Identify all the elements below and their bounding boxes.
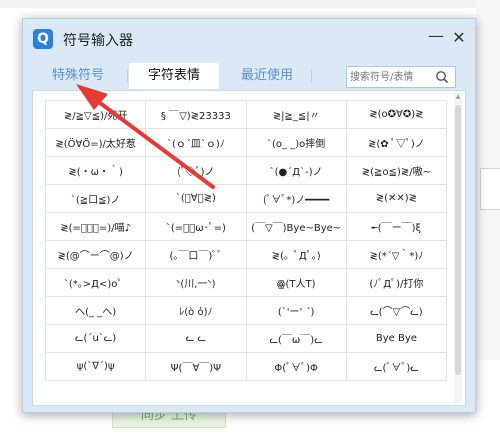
close-icon[interactable]: ✕ xyxy=(450,29,468,47)
emoticon-cell[interactable]: Bye Bye xyxy=(345,324,448,353)
tab-emoticons[interactable]: 字符表情 xyxy=(129,63,219,89)
emoticon-cell[interactable]: ≷(≧o≦)≷/嗷~ xyxy=(345,156,448,185)
emoticon-cell[interactable]: ˋ(*｡>Д<)o゜ xyxy=(44,268,147,297)
emoticon-cell[interactable]: ≷(@⌒ー⌒@)ノ xyxy=(44,240,147,269)
emoticon-cell[interactable]: ≷/≧▽≦)/死开 xyxy=(44,100,147,129)
emoticon-cell[interactable]: (ﾟ∀ﾟ*)ノ━━━━ xyxy=(245,184,347,213)
emoticon-cell[interactable]: (｡￣口￣)ﾟﾟ xyxy=(145,240,247,269)
search-input[interactable] xyxy=(347,67,434,87)
app-logo-icon: Q xyxy=(33,29,53,49)
emoticon-cell[interactable]: ≷(=ﾟ･ﾟ=)/喵♪ xyxy=(44,212,147,241)
emoticon-cell[interactable]: (ﾟ◇ﾟ)ノ xyxy=(145,156,247,185)
emoticon-row: ≷(=ﾟ･ﾟ=)/喵♪ ˋ(=ﾟ･ω･ﾟ=) (￣▽￣)Bye~Bye~ ╾(￣ー￣)… xyxy=(44,212,448,241)
emoticon-row: ᓚ(ˊuˋᓚ) ᓚ ᓚ ᓚ(￣ω￣)ᓚ Bye Bye xyxy=(44,324,448,353)
emoticon-row: へ(_ _へ) ﾚ(ò ὀ)ﾉ (ˋ'ー' ˊ) ᓚ(⌒▽⌒ᓚ) xyxy=(44,296,448,325)
tab-special-symbols[interactable]: 特殊符号 xyxy=(41,63,115,89)
search-icon[interactable] xyxy=(435,70,449,84)
emoticon-row: ˋ(≧口≦)ノ ˋ(ﾟ∀ﾟ≷) (ﾟ∀ﾟ*)ノ━━━━ ≷(✕✕)≷ xyxy=(44,184,448,213)
background-app-bar xyxy=(0,0,500,8)
emoticon-cell[interactable]: ᐠ(川,一ᐠ) xyxy=(145,268,247,297)
emoticon-cell[interactable]: ≷(Ö∀Ö=)/太好惹 xyxy=(44,128,147,157)
emoticon-grid: ≷/≧▽≦)/死开 § ￣▽)≷23333 ≷|≧_≦|〃 ≷(o✪∀✪)≷ ≷(Ö∀Ö… xyxy=(44,100,448,381)
emoticon-cell[interactable]: ≷(*´▽｀*)ﾉ xyxy=(345,240,448,269)
emoticon-cell[interactable]: ˋ(=ﾟ･ω･ﾟ=) xyxy=(145,212,247,241)
emoticon-cell[interactable]: § ￣▽)≷23333 xyxy=(145,100,247,129)
emoticon-row: ˋ(*｡>Д<)o゜ ᐠ(川,一ᐠ) ꙮ(T人T) (ﾉﾟДﾟ)/打你 xyxy=(44,268,448,297)
emoticon-cell[interactable]: ˋ(ﾟ∀ﾟ≷) xyxy=(145,184,247,213)
emoticon-row: ≷(Ö∀Ö=)/太好惹 ˋ(ｏ´皿`ｏ)ﾉ ˋ(o_ _)o摔倒 ≷(✿ ﾟ▽ﾟ)ノ xyxy=(44,128,448,157)
emoticon-cell[interactable]: ˋ(≧口≦)ノ xyxy=(44,184,147,213)
emoticon-cell[interactable]: ᓚ(￣ω￣)ᓚ xyxy=(245,324,347,353)
emoticon-row: ≷(・ω・｀) (ﾟ◇ﾟ)ノ ˋ(●´Д`-)ノ ≷(≧o≦)≷/嗷~ xyxy=(44,156,448,185)
scroll-up-icon[interactable]: ▲ xyxy=(454,93,462,101)
emoticon-cell[interactable]: ˋ(●´Д`-)ノ xyxy=(245,156,347,185)
emoticon-cell[interactable]: ﾚ(ò ὀ)ﾉ xyxy=(145,296,247,325)
emoticon-cell[interactable]: ꙮ(T人T) xyxy=(245,268,347,297)
emoticon-cell[interactable]: Ψ(￣∀￣)Ψ xyxy=(145,352,247,381)
emoticon-cell[interactable]: ᓚ ᓚ xyxy=(145,324,247,353)
emoticon-row: ψ(ˋ∇ˊ)ψ Ψ(￣∀￣)Ψ Φ(ﾟ∀ﾟ)Φ ᓚ(ﾟ∀ﾟ)ᓚ xyxy=(44,352,448,381)
emoticon-cell[interactable]: へ(_ _へ) xyxy=(44,296,147,325)
emoticon-cell[interactable]: ᓚ(⌒▽⌒ᓚ) xyxy=(345,296,448,325)
emoticon-cell[interactable]: (ˋ'ー' ˊ) xyxy=(245,296,347,325)
dialog-titlebar[interactable]: Q 符号输入器 — ✕ xyxy=(23,19,475,59)
emoticon-cell[interactable]: (ﾉﾟДﾟ)/打你 xyxy=(345,268,448,297)
background-app-box xyxy=(480,168,500,210)
vertical-scrollbar[interactable]: ▲ xyxy=(454,93,462,403)
tab-recent[interactable]: 最近使用 xyxy=(227,63,307,89)
minimize-icon[interactable]: — xyxy=(427,28,445,47)
emoticon-cell[interactable]: ≷(o✪∀✪)≷ xyxy=(345,100,448,129)
emoticon-cell[interactable]: (￣▽￣)Bye~Bye~ xyxy=(245,212,347,241)
emoticon-cell[interactable]: ≷(・ω・｀) xyxy=(44,156,147,185)
emoticon-cell[interactable]: ≷|≧_≦|〃 xyxy=(245,100,347,129)
emoticon-panel: ≷/≧▽≦)/死开 § ￣▽)≷23333 ≷|≧_≦|〃 ≷(o✪∀✪)≷ ≷(Ö∀Ö… xyxy=(32,90,466,406)
tab-divider xyxy=(311,69,312,83)
emoticon-cell[interactable]: ╾(￣ー￣)ξ xyxy=(345,212,448,241)
emoticon-cell[interactable]: ᓚ(ﾟ∀ﾟ)ᓚ xyxy=(345,352,448,381)
tab-divider xyxy=(127,69,128,83)
emoticon-cell[interactable]: ᓚ(ˊuˋᓚ) xyxy=(44,324,147,353)
emoticon-cell[interactable]: ≷(。ﾟДﾟ。) xyxy=(245,240,347,269)
search-box[interactable] xyxy=(346,66,456,88)
emoticon-cell[interactable]: ≷(✕✕)≷ xyxy=(345,184,448,213)
emoticon-cell[interactable]: ψ(ˋ∇ˊ)ψ xyxy=(44,352,147,381)
dialog-title: 符号输入器 xyxy=(63,33,133,49)
emoticon-cell[interactable]: ≷(✿ ﾟ▽ﾟ)ノ xyxy=(345,128,448,157)
symbol-input-dialog: Q 符号输入器 — ✕ 特殊符号 字符表情 最近使用 ≷/≧▽≦)/死开§ ￣▽… xyxy=(22,18,476,413)
emoticon-table: ≷/≧▽≦)/死开 § ￣▽)≷23333 ≷|≧_≦|〃 ≷(o✪∀✪)≷ ≷(Ö∀Ö… xyxy=(44,100,448,381)
emoticon-cell[interactable]: Φ(ﾟ∀ﾟ)Φ xyxy=(245,352,347,381)
emoticon-cell[interactable]: ˋ(ｏ´皿`ｏ)ﾉ xyxy=(145,128,247,157)
scroll-thumb[interactable] xyxy=(455,105,461,375)
emoticon-cell[interactable]: ˋ(o_ _)o摔倒 xyxy=(245,128,347,157)
emoticon-row: ≷/≧▽≦)/死开 § ￣▽)≷23333 ≷|≧_≦|〃 ≷(o✪∀✪)≷ xyxy=(44,100,448,129)
emoticon-row: ≷(@⌒ー⌒@)ノ (｡￣口￣)ﾟﾟ ≷(。ﾟДﾟ。) ≷(*´▽｀*)ﾉ xyxy=(44,240,448,269)
